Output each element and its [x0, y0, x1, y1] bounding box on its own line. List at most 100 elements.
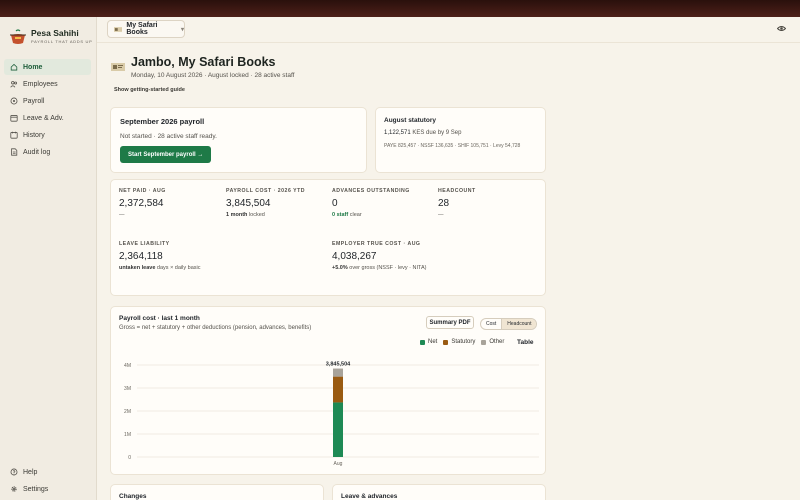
brand[interactable]: Pesa Sahihi PAYROLL THAT ADDS UP: [9, 27, 93, 45]
kpi-sub: over gross (NSSF · levy · NITA): [347, 265, 427, 271]
changes-title: Changes: [119, 493, 147, 500]
brand-tagline: PAYROLL THAT ADDS UP: [31, 39, 93, 44]
leave-advances-card: Leave & advances: [332, 484, 546, 500]
getting-started-link[interactable]: Show getting-started guide: [114, 87, 185, 93]
sidebar-item-label: Payroll: [23, 97, 45, 105]
payroll-status: Not started · 28 active staff ready.: [120, 133, 217, 140]
sidebar-item-label: History: [23, 131, 45, 139]
kpi-sub-line: untaken leave days × daily basic: [119, 265, 200, 271]
sidebar-item-employees[interactable]: Employees: [4, 76, 91, 92]
sidebar-item-home[interactable]: Home: [4, 59, 91, 75]
kpi-sub: —: [119, 212, 125, 218]
kpi-sub-bold: 0 staff: [332, 212, 349, 218]
y-tick-label: 4M: [124, 363, 131, 369]
company-selector[interactable]: My Safari Books ▾: [107, 20, 185, 38]
sidebar-item-label: Settings: [23, 485, 49, 493]
kpi-value: 2,364,118: [119, 251, 163, 262]
statutory-title: August statutory: [384, 117, 436, 124]
bar-total-label: 3,845,504: [326, 362, 351, 368]
help-icon: [10, 468, 18, 476]
company-logo-icon: [114, 26, 123, 32]
kpi-value: 4,038,267: [332, 251, 377, 262]
kpi-label: NET PAID · AUG: [119, 188, 166, 194]
sidebar-item-payroll[interactable]: Payroll: [4, 93, 91, 109]
sidebar-item-help[interactable]: Help: [4, 464, 91, 480]
home-icon: [10, 63, 18, 71]
payroll-cost-chart: 0 1M 2M 3M 4M 3,845,504 Aug: [124, 362, 539, 467]
users-icon: [10, 81, 18, 88]
kpi-employer-cost: EMPLOYER TRUE COST · AUG 4,038,267 +5.0%…: [332, 241, 427, 271]
payroll-icon: [10, 97, 18, 105]
kpi-payroll-cost: PAYROLL COST · 2026 YTD 3,845,504 1 mont…: [226, 188, 305, 218]
y-tick-label: 0: [128, 455, 131, 461]
bar-segment-other: [333, 368, 343, 377]
kpi-value: 28: [438, 198, 450, 209]
kpi-label: ADVANCES OUTSTANDING: [332, 188, 410, 194]
sidebar-item-label: Leave & Adv.: [23, 114, 64, 122]
header-divider: [97, 42, 800, 43]
brand-name: Pesa Sahihi: [31, 28, 79, 38]
payroll-card: September 2026 payroll Not started · 28 …: [110, 107, 367, 173]
sidebar-item-settings[interactable]: Settings: [4, 481, 91, 497]
eye-icon[interactable]: [777, 24, 786, 33]
sidebar-item-audit-log[interactable]: Audit log: [4, 144, 91, 160]
kpi-label: LEAVE LIABILITY: [119, 241, 170, 247]
kpi-sub: days × daily basic: [155, 265, 201, 271]
sidebar: Pesa Sahihi PAYROLL THAT ADDS UP Home Em…: [0, 17, 97, 500]
bar-segment-net: [333, 402, 343, 457]
start-payroll-button[interactable]: Start September payroll →: [120, 146, 212, 163]
kpi-sub: locked: [247, 212, 265, 218]
company-name: My Safari Books: [126, 22, 158, 36]
bar-segment-statutory: [333, 376, 343, 403]
kpi-value: 0: [332, 198, 338, 209]
calendar-icon: [10, 115, 18, 122]
kpi-label: EMPLOYER TRUE COST · AUG: [332, 241, 421, 247]
y-tick-label: 3M: [124, 386, 131, 392]
kpi-value: 2,372,584: [119, 198, 164, 209]
statutory-card: August statutory 1,122,571 KES due by 9 …: [375, 107, 546, 173]
payroll-card-title: September 2026 payroll: [120, 117, 205, 126]
kpi-value: 3,845,504: [226, 198, 271, 209]
statutory-amount-line: 1,122,571 KES due by 9 Sep: [384, 130, 461, 136]
kpi-label: PAYROLL COST · 2026 YTD: [226, 188, 306, 194]
kpi-sub-line: +5.0% over gross (NSSF · levy · NITA): [332, 265, 427, 271]
kpi-card: NET PAID · AUG 2,372,584 — PAYROLL COST …: [110, 179, 546, 296]
changes-card: Changes: [110, 484, 324, 500]
kpi-leave-liability: LEAVE LIABILITY 2,364,118 untaken leave …: [119, 241, 200, 271]
kpi-sub-line: 0 staff clear: [332, 212, 410, 218]
main-content: My Safari Books ▾ Jambo, My Safari Books…: [97, 17, 800, 500]
kpi-sub-bold: untaken leave: [119, 265, 156, 271]
gear-icon: [11, 486, 17, 492]
document-icon: [11, 148, 18, 156]
sidebar-item-leave[interactable]: Leave & Adv.: [4, 110, 91, 126]
welcome-header: Jambo, My Safari Books Monday, 10 August…: [111, 55, 294, 79]
sidebar-item-label: Audit log: [23, 148, 51, 156]
company-logo-icon: [111, 63, 125, 71]
kpi-headcount: HEADCOUNT 28 —: [438, 188, 476, 218]
sidebar-item-history[interactable]: History: [4, 127, 91, 143]
sidebar-item-label: Home: [23, 63, 43, 71]
kpi-sub: clear: [348, 212, 362, 218]
page-subtitle: Monday, 10 August 2026 · August locked ·…: [131, 72, 295, 79]
x-tick-label: Aug: [334, 461, 343, 467]
statutory-due: KES due by 9 Sep: [412, 130, 462, 136]
y-tick-label: 2M: [124, 409, 131, 415]
main-nav: Home Employees Payroll Leave & Adv. Hist…: [4, 59, 91, 161]
kpi-sub-bold: +5.0%: [332, 265, 348, 271]
kpi-sub-bold: 1 month: [226, 212, 248, 218]
kpi-label: HEADCOUNT: [438, 188, 476, 194]
y-tick-label: 1M: [124, 432, 131, 438]
kpi-sub: —: [438, 212, 444, 218]
chart-card: Payroll cost · last 1 month Gross = net …: [110, 306, 546, 475]
leave-advances-title: Leave & advances: [341, 493, 398, 500]
sidebar-item-label: Employees: [23, 80, 58, 88]
kpi-sub-line: 1 month locked: [226, 212, 305, 218]
statutory-breakdown: PAYE 825,457 · NSSF 136,635 · SHIF 105,7…: [384, 143, 521, 149]
window-top-bar: [0, 0, 800, 17]
page-title: Jambo, My Safari Books: [131, 55, 276, 69]
sidebar-bottom: Help Settings: [4, 464, 91, 498]
kpi-net-paid: NET PAID · AUG 2,372,584 —: [119, 188, 166, 218]
sidebar-item-label: Help: [23, 468, 38, 476]
history-icon: [10, 131, 18, 139]
kpi-advances: ADVANCES OUTSTANDING 0 0 staff clear: [332, 188, 410, 218]
